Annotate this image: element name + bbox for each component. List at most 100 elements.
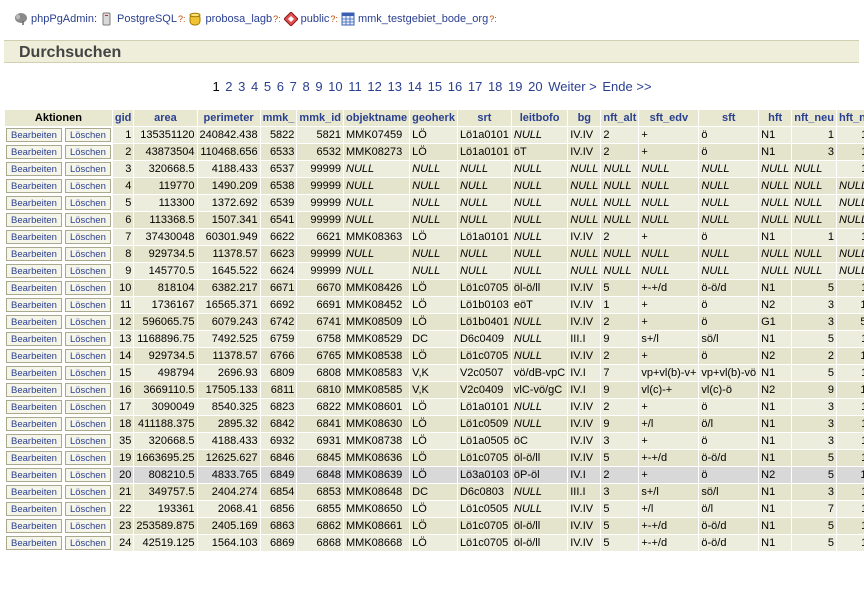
page-link[interactable]: 8 [302,79,309,94]
column-header-sft[interactable]: sft [699,110,759,126]
delete-button[interactable]: Löschen [64,400,111,414]
edit-button[interactable]: Bearbeiten [6,519,62,533]
breadcrumb-link[interactable]: mmk_testgebiet_bode_org [358,13,488,25]
edit-button[interactable]: Bearbeiten [6,230,62,244]
edit-button[interactable]: Bearbeiten [6,502,62,516]
edit-button[interactable]: Bearbeiten [6,451,62,465]
page-link[interactable]: 10 [328,79,342,94]
breadcrumb-item-postgresql[interactable]: PostgreSQL?: [100,12,185,26]
edit-button[interactable]: Bearbeiten [6,213,62,227]
delete-button[interactable]: Löschen [64,468,111,482]
delete-button[interactable]: Löschen [64,230,111,244]
edit-button[interactable]: Bearbeiten [6,247,62,261]
edit-button[interactable]: Bearbeiten [6,383,62,397]
last-page-link[interactable]: Ende >> [602,79,651,94]
edit-button[interactable]: Bearbeiten [6,349,62,363]
edit-button[interactable]: Bearbeiten [6,536,62,550]
column-header-area[interactable]: area [134,110,197,126]
column-header-mmk-id[interactable]: mmk_id [297,110,343,126]
page-link[interactable]: 19 [508,79,522,94]
delete-button[interactable]: Löschen [64,128,111,142]
delete-button[interactable]: Löschen [64,213,111,227]
delete-button[interactable]: Löschen [64,179,111,193]
page-link[interactable]: 14 [408,79,422,94]
column-header-objektname[interactable]: objektname [344,110,410,126]
column-header-nft-neu[interactable]: nft_neu [792,110,836,126]
edit-button[interactable]: Bearbeiten [6,179,62,193]
edit-button[interactable]: Bearbeiten [6,417,62,431]
edit-button[interactable]: Bearbeiten [6,145,62,159]
edit-button[interactable]: Bearbeiten [6,434,62,448]
delete-button[interactable]: Löschen [64,349,111,363]
delete-button[interactable]: Löschen [64,536,111,550]
delete-button[interactable]: Löschen [64,417,111,431]
breadcrumb-link[interactable]: phpPgAdmin: [31,13,97,25]
breadcrumb-item-schema[interactable]: public?: [283,12,338,26]
delete-button[interactable]: Löschen [64,315,111,329]
page-link[interactable]: 6 [277,79,284,94]
delete-button[interactable]: Löschen [64,451,111,465]
page-link[interactable]: 20 [528,79,542,94]
page-link[interactable]: 5 [264,79,271,94]
delete-button[interactable]: Löschen [64,247,111,261]
page-link[interactable]: 7 [290,79,297,94]
breadcrumb-item-table[interactable]: mmk_testgebiet_bode_org?: [341,12,497,26]
edit-button[interactable]: Bearbeiten [6,332,62,346]
page-link[interactable]: 12 [367,79,381,94]
edit-button[interactable]: Bearbeiten [6,162,62,176]
delete-button[interactable]: Löschen [64,332,111,346]
breadcrumb-link[interactable]: public [301,13,330,25]
delete-button[interactable]: Löschen [64,502,111,516]
delete-button[interactable]: Löschen [64,485,111,499]
edit-button[interactable]: Bearbeiten [6,400,62,414]
page-link[interactable]: 16 [448,79,462,94]
column-header-bg[interactable]: bg [568,110,601,126]
column-header-perimeter[interactable]: perimeter [197,110,260,126]
help-link[interactable]: ?: [178,14,186,24]
column-header-gid[interactable]: gid [112,110,134,126]
column-header-hft[interactable]: hft [759,110,792,126]
page-link[interactable]: 13 [387,79,401,94]
breadcrumb-item-server-root[interactable]: phpPgAdmin: [14,12,97,26]
edit-button[interactable]: Bearbeiten [6,128,62,142]
page-link[interactable]: 2 [225,79,232,94]
delete-button[interactable]: Löschen [64,145,111,159]
delete-button[interactable]: Löschen [64,281,111,295]
column-header-hft-nn[interactable]: hft_nn [836,110,864,126]
edit-button[interactable]: Bearbeiten [6,315,62,329]
column-header-mmk-[interactable]: mmk_ [260,110,297,126]
column-header-geoherk[interactable]: geoherk [410,110,457,126]
delete-button[interactable]: Löschen [64,434,111,448]
edit-button[interactable]: Bearbeiten [6,298,62,312]
column-header-srt[interactable]: srt [457,110,511,126]
page-link[interactable]: 9 [315,79,322,94]
edit-button[interactable]: Bearbeiten [6,468,62,482]
delete-button[interactable]: Löschen [64,383,111,397]
edit-button[interactable]: Bearbeiten [6,264,62,278]
edit-button[interactable]: Bearbeiten [6,485,62,499]
page-link[interactable]: 15 [428,79,442,94]
breadcrumb-item-database[interactable]: probosa_lagb?: [188,12,281,26]
column-header-sft-edv[interactable]: sft_edv [639,110,699,126]
column-header-leitbofo[interactable]: leitbofo [511,110,568,126]
breadcrumb-link[interactable]: PostgreSQL [117,13,177,25]
next-page-link[interactable]: Weiter > [548,79,597,94]
page-link[interactable]: 18 [488,79,502,94]
delete-button[interactable]: Löschen [64,162,111,176]
delete-button[interactable]: Löschen [64,196,111,210]
page-link[interactable]: 4 [251,79,258,94]
page-link[interactable]: 3 [238,79,245,94]
help-link[interactable]: ?: [330,14,338,24]
edit-button[interactable]: Bearbeiten [6,196,62,210]
breadcrumb-link[interactable]: probosa_lagb [205,13,272,25]
delete-button[interactable]: Löschen [64,298,111,312]
help-link[interactable]: ?: [273,14,281,24]
delete-button[interactable]: Löschen [64,366,111,380]
page-link[interactable]: 17 [468,79,482,94]
column-header-nft-alt[interactable]: nft_alt [601,110,639,126]
edit-button[interactable]: Bearbeiten [6,366,62,380]
page-link[interactable]: 11 [348,79,362,94]
help-link[interactable]: ?: [489,14,497,24]
delete-button[interactable]: Löschen [64,519,111,533]
edit-button[interactable]: Bearbeiten [6,281,62,295]
